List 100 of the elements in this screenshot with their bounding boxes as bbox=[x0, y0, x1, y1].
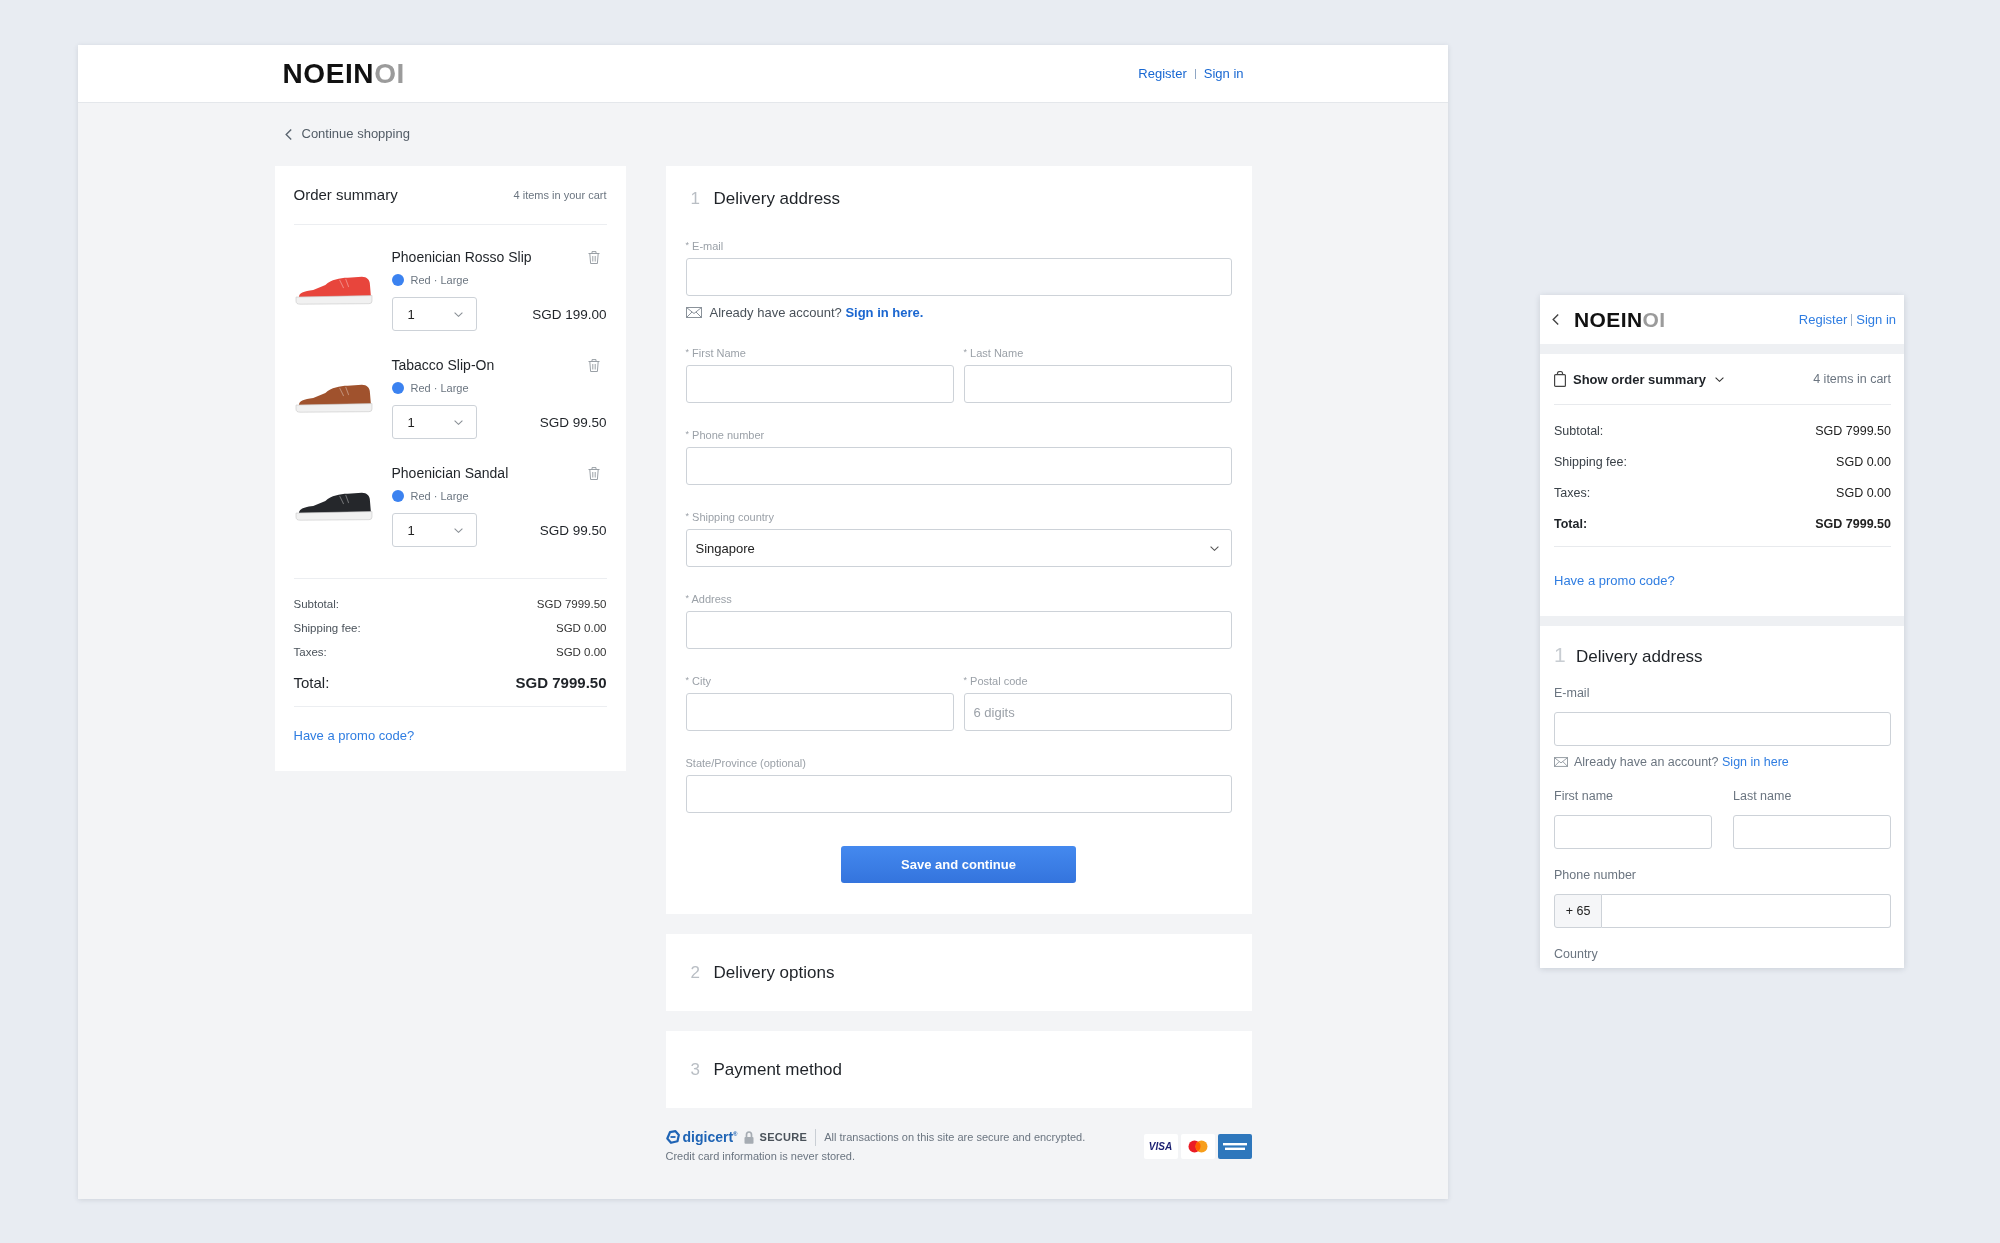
input-field[interactable] bbox=[1554, 815, 1712, 849]
field-label: Country bbox=[1554, 946, 1598, 962]
step-title[interactable]: Delivery options bbox=[713, 959, 835, 986]
chevron-down-icon bbox=[1209, 545, 1219, 551]
step-number: 2 bbox=[690, 961, 701, 984]
input-field[interactable] bbox=[685, 693, 954, 731]
chevron-left-icon[interactable] bbox=[1552, 314, 1559, 325]
trash-icon[interactable] bbox=[587, 466, 600, 480]
card-logo-icon bbox=[1217, 1133, 1252, 1159]
summary-value: SGD 0.00 bbox=[556, 622, 607, 634]
trash-icon[interactable] bbox=[587, 358, 600, 372]
total-label: Total: bbox=[293, 673, 330, 691]
chevron-left-icon[interactable] bbox=[284, 128, 292, 140]
step-number: 1 bbox=[690, 188, 701, 210]
sign-in-link[interactable]: Sign in here. bbox=[845, 304, 924, 320]
summary-value: SGD 7999.50 bbox=[536, 598, 607, 610]
total-label: Total: bbox=[1554, 516, 1588, 531]
chevron-down-icon bbox=[453, 311, 463, 317]
save-and-continue-button[interactable]: Save and continue bbox=[841, 846, 1076, 883]
input-field[interactable] bbox=[1733, 815, 1891, 849]
summary-label: Taxes: bbox=[293, 646, 327, 658]
card-title: Order summary bbox=[293, 186, 398, 204]
input-field[interactable] bbox=[1554, 712, 1891, 746]
summary-value: SGD 7999.50 bbox=[1815, 423, 1891, 438]
input-field[interactable] bbox=[685, 775, 1232, 813]
product-variant: Red · Large bbox=[410, 274, 469, 286]
field-label: $^{*}$ First Name bbox=[685, 346, 746, 360]
country-dropdown[interactable]: Singapore bbox=[685, 529, 1232, 567]
phone-prefix[interactable]: + 65 bbox=[1554, 894, 1602, 928]
step-title[interactable]: Payment method bbox=[713, 1056, 842, 1083]
field-label: $^{*}$ Address bbox=[685, 592, 732, 606]
account-hint: Already have account? Sign in here. bbox=[709, 304, 924, 320]
summary-label: Shipping fee: bbox=[1554, 454, 1627, 469]
quantity-dropdown[interactable]: 1 bbox=[391, 405, 477, 439]
summary-value: SGD 0.00 bbox=[1836, 454, 1891, 469]
color-swatch-icon bbox=[391, 274, 404, 286]
summary-label: Subtotal: bbox=[293, 598, 339, 610]
cart-count: 4 items in your cart bbox=[513, 189, 607, 201]
input-field[interactable] bbox=[1602, 894, 1891, 928]
security-note: Credit card information is never stored. bbox=[665, 1149, 856, 1164]
input-field[interactable] bbox=[685, 365, 954, 403]
mail-icon bbox=[685, 306, 702, 318]
field-label: $^{*}$ Postal code bbox=[963, 674, 1028, 688]
total-value: SGD 7999.50 bbox=[515, 673, 607, 691]
header-link[interactable]: Sign in bbox=[1203, 65, 1244, 82]
mail-icon bbox=[1554, 757, 1568, 767]
summary-label: Taxes: bbox=[1554, 485, 1591, 500]
trash-icon[interactable] bbox=[587, 250, 600, 264]
cart-count: 4 items in cart bbox=[1813, 372, 1891, 386]
color-swatch-icon bbox=[391, 382, 404, 394]
card-logo: VISA bbox=[1143, 1133, 1178, 1159]
input-field[interactable] bbox=[685, 258, 1232, 296]
brand-logo-icon bbox=[665, 1130, 680, 1144]
step-title[interactable]: Delivery address bbox=[1576, 644, 1703, 670]
sign-in-link[interactable]: Sign in here bbox=[1722, 755, 1789, 769]
chevron-down-icon bbox=[453, 419, 463, 425]
header-link[interactable]: Register bbox=[1138, 65, 1187, 82]
site-logo[interactable]: NOEINOI bbox=[282, 57, 405, 90]
input-field[interactable]: 6 digits bbox=[963, 693, 1232, 731]
field-label: $^{*}$ Phone number bbox=[685, 428, 765, 442]
field-label: $^{*}$ Shipping country bbox=[685, 510, 774, 524]
field-label: E-mail bbox=[1554, 685, 1590, 701]
secure-label: SECURE bbox=[759, 1131, 808, 1143]
promo-code-link[interactable]: Have a promo code? bbox=[1554, 572, 1675, 590]
lock-icon bbox=[743, 1130, 754, 1144]
product-name: Tabacco Slip-On bbox=[391, 356, 495, 374]
product-price: SGD 199.00 bbox=[532, 306, 607, 322]
overlapping-circles-icon bbox=[1180, 1133, 1215, 1159]
summary-value: SGD 0.00 bbox=[1836, 485, 1891, 500]
field-label: $^{*}$ E-mail bbox=[685, 239, 724, 253]
field-label: Phone number bbox=[1554, 867, 1636, 883]
input-field[interactable] bbox=[685, 447, 1232, 485]
field-label: $^{*}$ Last Name bbox=[963, 346, 1024, 360]
field-label: Last name bbox=[1733, 788, 1792, 804]
field-label: $^{*}$ City bbox=[685, 674, 711, 688]
field-label: State/Province (optional) bbox=[685, 756, 806, 770]
quantity-dropdown[interactable]: 1 bbox=[391, 297, 477, 331]
total-value: SGD 7999.50 bbox=[1815, 516, 1891, 531]
site-logo[interactable]: NOEINOI bbox=[1574, 307, 1666, 332]
promo-code-link[interactable]: Have a promo code? bbox=[293, 727, 415, 745]
product-name: Phoenician Rosso Slip bbox=[391, 248, 532, 266]
input-field[interactable] bbox=[963, 365, 1232, 403]
header-link[interactable]: Register bbox=[1798, 311, 1848, 328]
step-title[interactable]: Delivery address bbox=[713, 186, 841, 212]
summary-label: Shipping fee: bbox=[293, 622, 361, 634]
summary-value: SGD 0.00 bbox=[556, 646, 607, 658]
order-summary-toggle[interactable]: Show order summary bbox=[1554, 371, 1724, 387]
back-link[interactable]: Continue shopping bbox=[284, 125, 410, 143]
product-variant: Red · Large bbox=[410, 382, 469, 394]
step-number: 3 bbox=[690, 1058, 701, 1081]
summary-label: Subtotal: bbox=[1554, 423, 1604, 438]
header-link[interactable]: Sign in bbox=[1856, 311, 1896, 328]
bag-icon bbox=[1554, 371, 1566, 387]
account-hint: Already have an account? Sign in here bbox=[1574, 755, 1789, 769]
quantity-dropdown[interactable]: 1 bbox=[391, 513, 477, 547]
brand-name: digicert$^{®}$ bbox=[682, 1128, 738, 1146]
product-name: Phoenician Sandal bbox=[391, 464, 509, 482]
product-price: SGD 99.50 bbox=[539, 522, 607, 538]
product-variant: Red · Large bbox=[410, 490, 469, 502]
input-field[interactable] bbox=[685, 611, 1232, 649]
